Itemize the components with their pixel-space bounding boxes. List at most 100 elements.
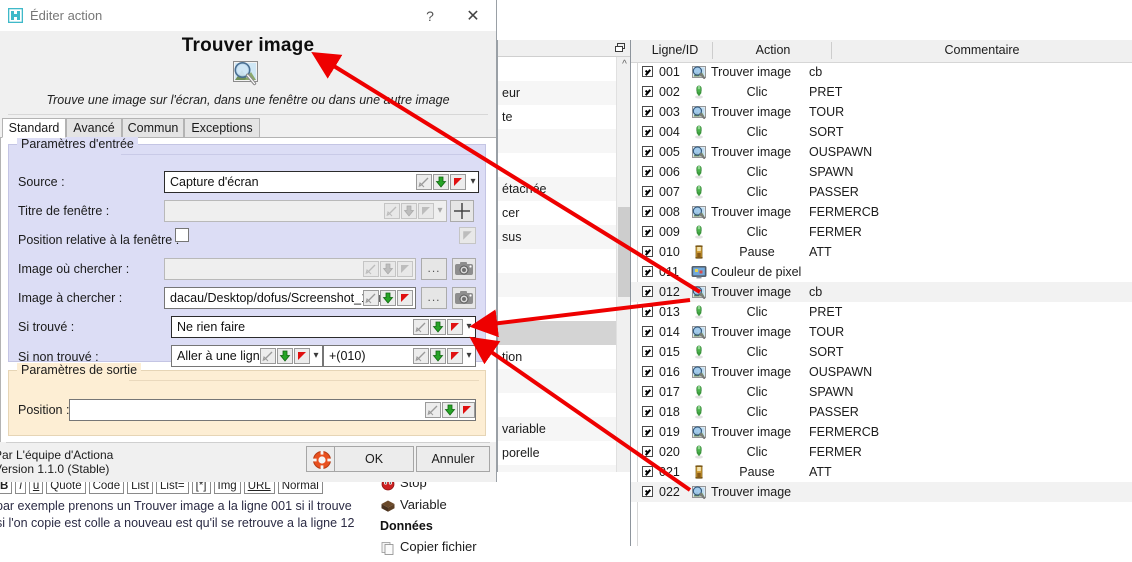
insert-variable-icon[interactable] — [442, 402, 458, 418]
position-field[interactable] — [69, 399, 476, 421]
catalogue-item[interactable]: tion — [498, 345, 616, 369]
catalogue-item[interactable] — [498, 297, 616, 321]
tab-standard[interactable]: Standard — [2, 118, 66, 138]
code-mode-icon[interactable] — [397, 290, 413, 306]
camera-icon[interactable] — [452, 258, 476, 280]
row-enabled-checkbox[interactable] — [642, 66, 653, 77]
edit-icon[interactable] — [416, 174, 432, 190]
table-row[interactable]: 016Trouver imageOUSPAWN — [631, 362, 1132, 382]
table-row[interactable]: 002ClicPRET — [631, 82, 1132, 102]
ok-button[interactable]: OK — [334, 446, 414, 472]
row-enabled-checkbox[interactable] — [642, 246, 653, 257]
bbcode-editor-text[interactable]: par exemple prenons un Trouver image a l… — [0, 498, 386, 546]
catalogue-item[interactable] — [498, 321, 616, 345]
edit-icon[interactable] — [413, 319, 429, 335]
if-found-field[interactable]: Ne rien faire ▾ — [171, 316, 476, 338]
tab-avance[interactable]: Avancé — [66, 118, 122, 138]
chevron-down-icon[interactable]: ▾ — [465, 175, 481, 190]
table-row[interactable]: 013ClicPRET — [631, 302, 1132, 322]
titlebar-help-button[interactable]: ? — [418, 6, 442, 26]
edit-icon[interactable] — [260, 348, 276, 364]
dialog-tabs[interactable]: Standard Avancé Commun Exceptions — [0, 118, 496, 138]
column-divider[interactable] — [831, 42, 832, 59]
row-enabled-checkbox[interactable] — [642, 366, 653, 377]
search-in-image-field[interactable] — [164, 258, 416, 280]
table-row[interactable]: 004ClicSORT — [631, 122, 1132, 142]
table-row[interactable]: 022Trouver image — [631, 482, 1132, 502]
catalogue-item[interactable]: cer — [498, 201, 616, 225]
row-enabled-checkbox[interactable] — [642, 406, 653, 417]
edit-icon[interactable] — [384, 203, 400, 219]
column-header-action[interactable]: Action — [714, 40, 832, 61]
chevron-down-icon[interactable]: ▾ — [461, 349, 477, 364]
relative-position-checkbox[interactable] — [175, 228, 189, 242]
table-row[interactable]: 014Trouver imageTOUR — [631, 322, 1132, 342]
row-enabled-checkbox[interactable] — [642, 86, 653, 97]
table-row[interactable]: 010PauseATT — [631, 242, 1132, 262]
dialog-titlebar[interactable]: Éditer action ? ✕ — [0, 0, 496, 31]
tab-commun[interactable]: Commun — [122, 118, 184, 138]
edit-icon[interactable] — [363, 290, 379, 306]
table-row[interactable]: 012Trouver imagecb — [631, 282, 1132, 302]
row-enabled-checkbox[interactable] — [642, 126, 653, 137]
row-enabled-checkbox[interactable] — [642, 106, 653, 117]
edit-icon[interactable] — [425, 402, 441, 418]
source-field[interactable]: Capture d'écran ▾ — [164, 171, 479, 193]
insert-variable-icon[interactable] — [430, 348, 446, 364]
close-icon[interactable]: ✕ — [458, 6, 488, 26]
table-row[interactable]: 019Trouver imageFERMERCB — [631, 422, 1132, 442]
chevron-down-icon[interactable]: ▾ — [461, 320, 477, 335]
action-menu[interactable]: StopVariableDonnéesCopier fichier — [378, 472, 630, 546]
catalogue-item[interactable] — [498, 273, 616, 297]
catalogue-item[interactable]: sus — [498, 225, 616, 249]
insert-variable-icon[interactable] — [401, 203, 417, 219]
row-enabled-checkbox[interactable] — [642, 346, 653, 357]
insert-variable-icon[interactable] — [430, 319, 446, 335]
camera-icon[interactable] — [452, 287, 476, 309]
table-row[interactable]: 001Trouver imagecb — [631, 62, 1132, 82]
chevron-down-icon[interactable]: ▾ — [308, 349, 324, 364]
table-row[interactable]: 009ClicFERMER — [631, 222, 1132, 242]
column-header-ligne-id[interactable]: Ligne/ID — [637, 40, 713, 61]
browse-file-button[interactable]: ... — [421, 287, 447, 309]
column-header-commentaire[interactable]: Commentaire — [833, 40, 1131, 61]
image-to-find-field[interactable]: dacau/Desktop/dofus/Screenshot_1.png — [164, 287, 416, 309]
row-enabled-checkbox[interactable] — [642, 166, 653, 177]
table-row[interactable]: 015ClicSORT — [631, 342, 1132, 362]
catalogue-item[interactable] — [498, 129, 616, 153]
script-table-body[interactable]: 001Trouver imagecb002ClicPRET003Trouver … — [631, 62, 1132, 546]
tab-exceptions[interactable]: Exceptions — [184, 118, 260, 138]
table-row[interactable]: 020ClicFERMER — [631, 442, 1132, 462]
table-row[interactable]: 007ClicPASSER — [631, 182, 1132, 202]
table-row[interactable]: 006ClicSPAWN — [631, 162, 1132, 182]
table-row[interactable]: 008Trouver imageFERMERCB — [631, 202, 1132, 222]
code-mode-icon[interactable] — [397, 261, 413, 277]
catalogue-item[interactable] — [498, 249, 616, 273]
pick-window-target-icon[interactable] — [450, 200, 474, 222]
menu-item[interactable]: Copier fichier — [378, 536, 630, 558]
row-enabled-checkbox[interactable] — [642, 226, 653, 237]
if-not-found-line-field[interactable]: +(010) ▾ — [323, 345, 476, 367]
edit-icon[interactable] — [363, 261, 379, 277]
code-mode-icon[interactable] — [459, 402, 475, 418]
catalogue-item[interactable]: eur — [498, 81, 616, 105]
row-enabled-checkbox[interactable] — [642, 466, 653, 477]
row-enabled-checkbox[interactable] — [642, 266, 653, 277]
menu-item[interactable]: Variable — [378, 494, 630, 516]
catalogue-item[interactable]: te — [498, 105, 616, 129]
row-enabled-checkbox[interactable] — [642, 486, 653, 497]
edit-icon[interactable] — [413, 348, 429, 364]
insert-variable-icon[interactable] — [433, 174, 449, 190]
row-enabled-checkbox[interactable] — [642, 326, 653, 337]
code-mode-icon[interactable] — [450, 174, 466, 190]
table-row[interactable]: 018ClicPASSER — [631, 402, 1132, 422]
row-enabled-checkbox[interactable] — [642, 386, 653, 397]
catalogue-item[interactable] — [498, 369, 616, 393]
catalogue-item[interactable] — [498, 153, 616, 177]
table-row[interactable]: 021PauseATT — [631, 462, 1132, 482]
window-title-field[interactable]: ▾ — [164, 200, 447, 222]
row-enabled-checkbox[interactable] — [642, 186, 653, 197]
row-enabled-checkbox[interactable] — [642, 446, 653, 457]
row-enabled-checkbox[interactable] — [642, 146, 653, 157]
insert-variable-icon[interactable] — [277, 348, 293, 364]
